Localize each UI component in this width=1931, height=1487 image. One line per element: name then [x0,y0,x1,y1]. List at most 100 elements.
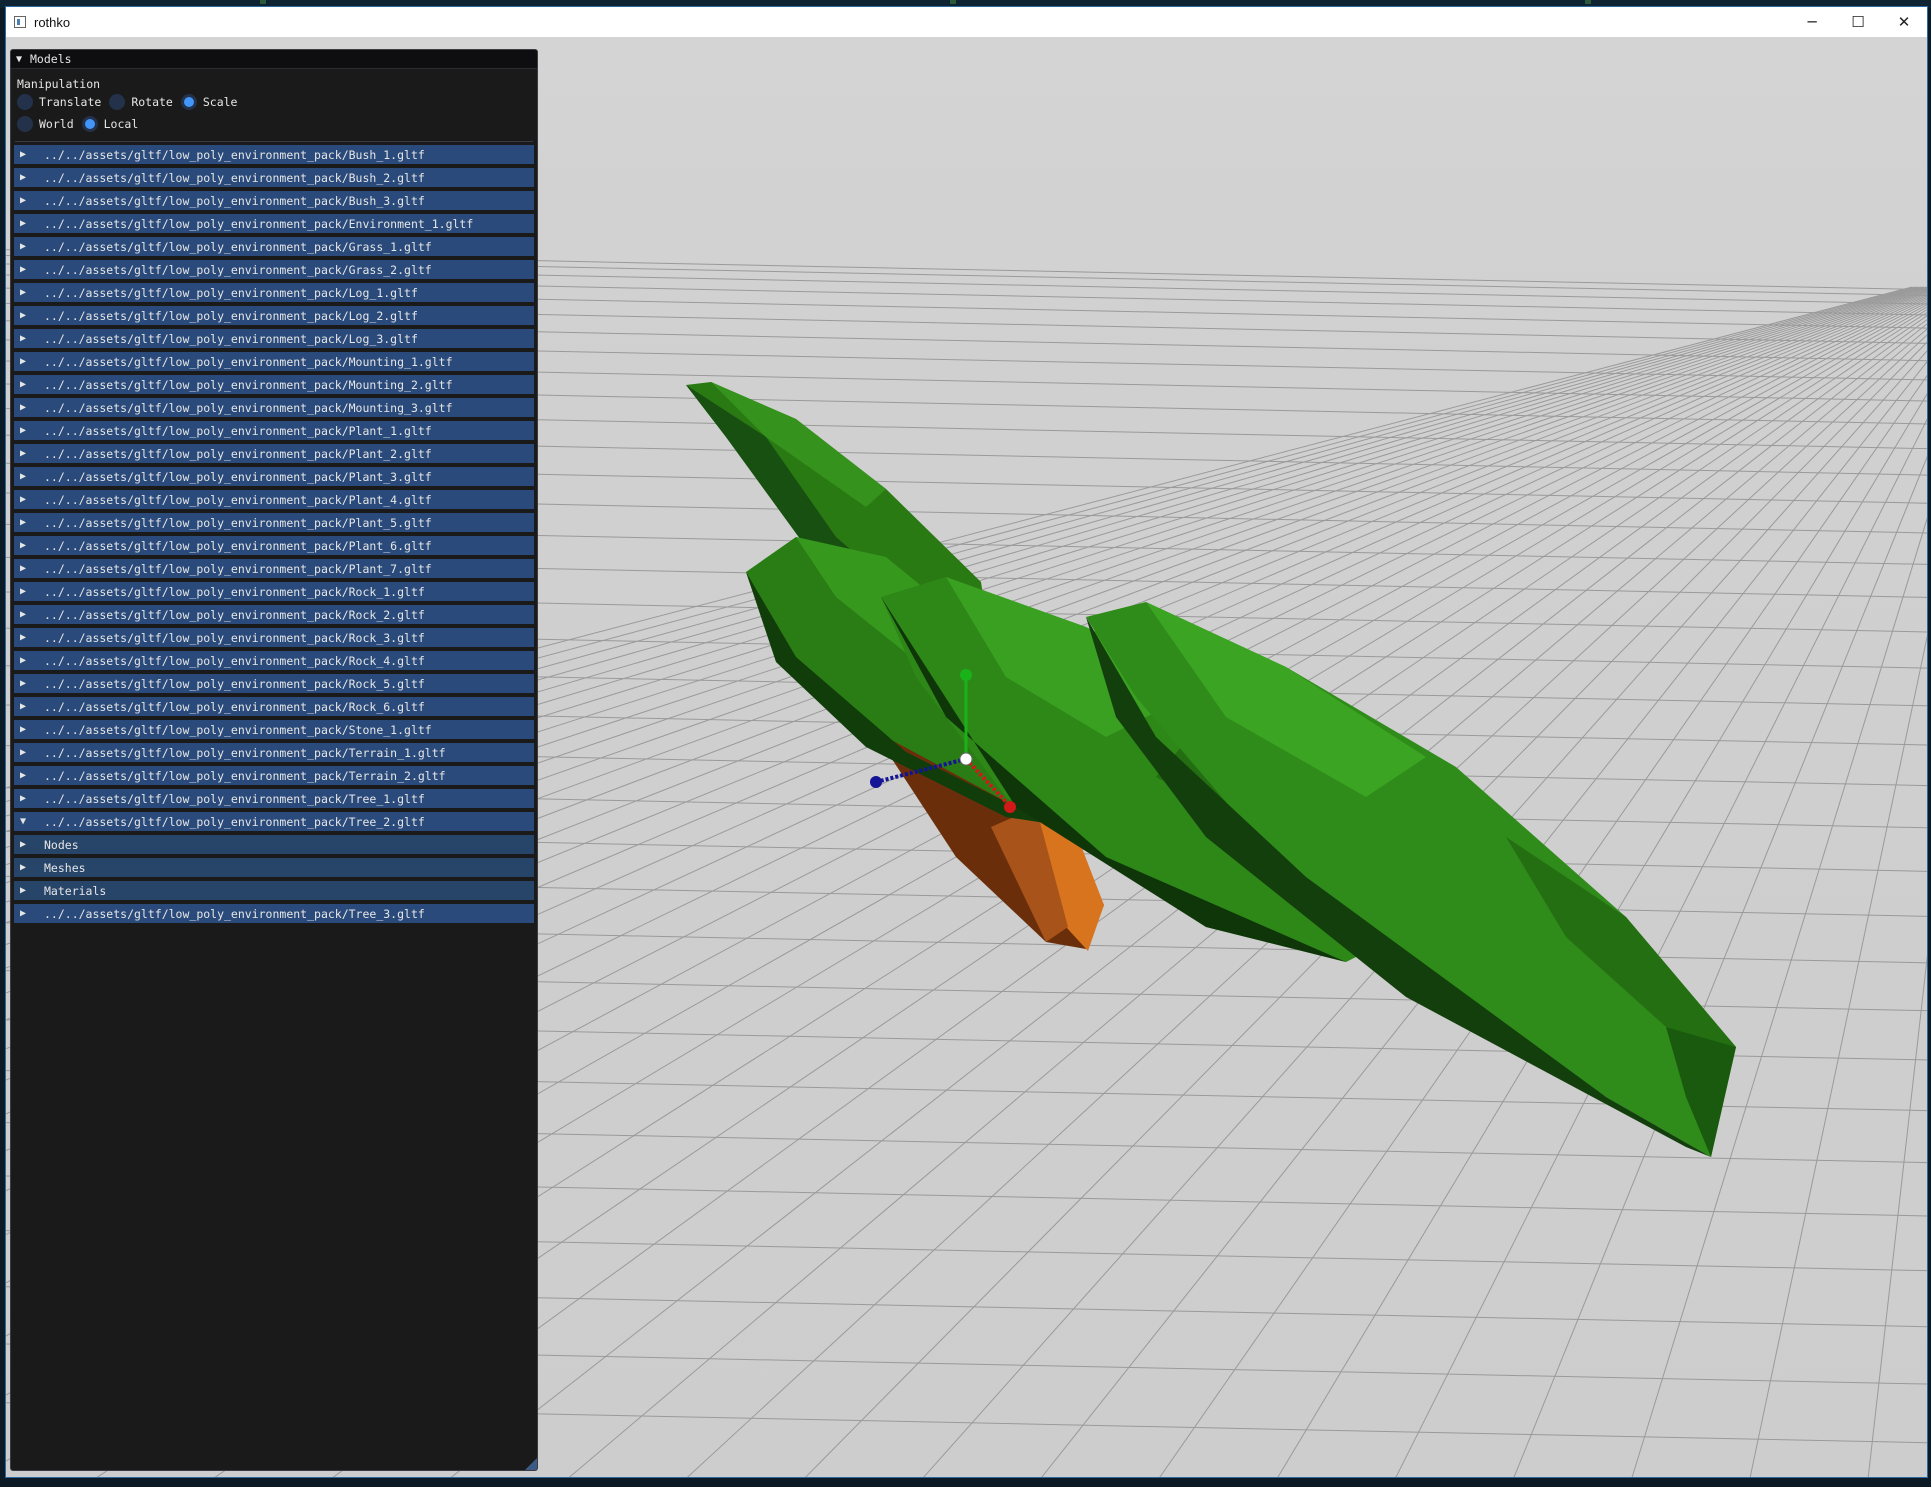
collapsed-arrow-icon[interactable]: ▶ [20,678,30,689]
collapsed-arrow-icon[interactable]: ▶ [20,770,30,781]
radio-indicator-icon[interactable] [81,116,98,132]
collapsed-arrow-icon[interactable]: ▶ [20,655,30,666]
collapsed-arrow-icon[interactable]: ▶ [20,333,30,344]
model-item[interactable]: ▶ ../../assets/gltf/low_poly_environment_… [14,513,534,532]
model-item[interactable]: ▶ ../../assets/gltf/low_poly_environment_… [14,789,534,808]
collapsed-arrow-icon[interactable]: ▶ [20,609,30,620]
gizmo-center[interactable] [959,752,973,766]
model-item[interactable]: ▶ ../../assets/gltf/low_poly_environment_… [14,421,534,440]
gizmo-z-handle[interactable] [870,776,882,788]
window-title: rothko [34,14,71,30]
maximize-button[interactable]: ☐ [1835,7,1881,37]
collapsed-arrow-icon[interactable]: ▶ [20,862,30,873]
title-bar[interactable]: rothko ─ ☐ ✕ [6,7,1927,37]
model-item[interactable]: ▶ ../../assets/gltf/low_poly_environment_… [14,605,534,624]
model-item[interactable]: ▶ ../../assets/gltf/low_poly_environment_… [14,743,534,762]
model-item[interactable]: ▼ ../../assets/gltf/low_poly_environment_… [14,812,534,831]
collapsed-arrow-icon[interactable]: ▶ [20,195,30,206]
model-item[interactable]: ▶ ../../assets/gltf/low_poly_environment_… [14,283,534,302]
models-panel[interactable]: ▼ Models Manipulation Translate Rotate Sca… [10,49,538,1471]
expanded-arrow-icon[interactable]: ▼ [20,816,30,827]
tree-item-label: ../../assets/gltf/low_poly_environment_p… [44,791,425,806]
gizmo-x-handle[interactable] [1004,801,1016,813]
collapsed-arrow-icon[interactable]: ▶ [20,632,30,643]
model-item[interactable]: ▶ ../../assets/gltf/low_poly_environment_… [14,697,534,716]
collapsed-arrow-icon[interactable]: ▶ [20,494,30,505]
collapsed-arrow-icon[interactable]: ▶ [20,517,30,528]
model-item[interactable]: ▶ ../../assets/gltf/low_poly_environment_… [14,191,534,210]
resize-grip-icon[interactable] [525,1458,537,1470]
collapsed-arrow-icon[interactable]: ▶ [20,172,30,183]
model-item[interactable]: ▶ ../../assets/gltf/low_poly_environment_… [14,444,534,463]
tree-item-label: ../../assets/gltf/low_poly_environment_p… [44,745,446,760]
collapsed-arrow-icon[interactable]: ▶ [20,310,30,321]
radio-translate[interactable]: Translate [17,94,101,110]
radio-indicator-icon[interactable] [17,116,33,132]
model-item[interactable]: ▶ ../../assets/gltf/low_poly_environment_… [14,168,534,187]
radio-indicator-icon[interactable] [17,94,33,110]
tree-item-label: ../../assets/gltf/low_poly_environment_p… [44,400,453,415]
collapsed-arrow-icon[interactable]: ▶ [20,724,30,735]
model-child-meshes[interactable]: ▶ Meshes [14,858,534,877]
radio-scale[interactable]: Scale [180,94,237,110]
model-item[interactable]: ▶ ../../assets/gltf/low_poly_environment_… [14,536,534,555]
collapsed-arrow-icon[interactable]: ▶ [20,356,30,367]
radio-indicator-icon[interactable] [180,94,197,110]
collapsed-arrow-icon[interactable]: ▶ [20,908,30,919]
collapsed-arrow-icon[interactable]: ▶ [20,402,30,413]
model-child-materials[interactable]: ▶ Materials [14,881,534,900]
model-item[interactable]: ▶ ../../assets/gltf/low_poly_environment_… [14,306,534,325]
collapsed-arrow-icon[interactable]: ▶ [20,701,30,712]
collapsed-arrow-icon[interactable]: ▶ [20,885,30,896]
collapsed-arrow-icon[interactable]: ▶ [20,149,30,160]
gizmo-y-handle[interactable] [960,669,972,681]
operation-radio-group: Translate Rotate Scale [17,91,537,113]
model-item[interactable]: ▶ ../../assets/gltf/low_poly_environment_… [14,352,534,371]
collapsed-arrow-icon[interactable]: ▶ [20,425,30,436]
model-item[interactable]: ▶ ../../assets/gltf/low_poly_environment_… [14,559,534,578]
panel-header[interactable]: ▼ Models [11,50,537,69]
radio-local[interactable]: Local [81,116,138,132]
collapsed-arrow-icon[interactable]: ▶ [20,563,30,574]
model-item[interactable]: ▶ ../../assets/gltf/low_poly_environment_… [14,237,534,256]
model-item[interactable]: ▶ ../../assets/gltf/low_poly_environment_… [14,582,534,601]
model-item[interactable]: ▶ ../../assets/gltf/low_poly_environment_… [14,214,534,233]
collapsed-arrow-icon[interactable]: ▶ [20,379,30,390]
model-item[interactable]: ▶ ../../assets/gltf/low_poly_environment_… [14,329,534,348]
model-item[interactable]: ▶ ../../assets/gltf/low_poly_environment_… [14,720,534,739]
collapsed-arrow-icon[interactable]: ▶ [20,747,30,758]
radio-rotate[interactable]: Rotate [109,94,173,110]
model-child-nodes[interactable]: ▶ Nodes [14,835,534,854]
collapsed-arrow-icon[interactable]: ▶ [20,287,30,298]
radio-world[interactable]: World [17,116,74,132]
collapsed-arrow-icon[interactable]: ▶ [20,586,30,597]
collapsed-arrow-icon[interactable]: ▶ [20,264,30,275]
collapsed-arrow-icon[interactable]: ▶ [20,471,30,482]
model-item[interactable]: ▶ ../../assets/gltf/low_poly_environment_… [14,651,534,670]
model-item[interactable]: ▶ ../../assets/gltf/low_poly_environment_… [14,145,534,164]
collapse-triangle-icon[interactable]: ▼ [16,54,26,65]
model-item[interactable]: ▶ ../../assets/gltf/low_poly_environment_… [14,490,534,509]
collapsed-arrow-icon[interactable]: ▶ [20,540,30,551]
collapsed-arrow-icon[interactable]: ▶ [20,241,30,252]
model-item[interactable]: ▶ ../../assets/gltf/low_poly_environment_… [14,674,534,693]
model-item[interactable]: ▶ ../../assets/gltf/low_poly_environment_… [14,467,534,486]
collapsed-arrow-icon[interactable]: ▶ [20,448,30,459]
collapsed-arrow-icon[interactable]: ▶ [20,839,30,850]
model-item[interactable]: ▶ ../../assets/gltf/low_poly_environment_… [14,398,534,417]
collapsed-arrow-icon[interactable]: ▶ [20,793,30,804]
tree-item-label: ../../assets/gltf/low_poly_environment_p… [44,722,432,737]
close-button[interactable]: ✕ [1881,7,1927,37]
3d-viewport[interactable]: ▼ Models Manipulation Translate Rotate Sca… [6,37,1927,1477]
model-item[interactable]: ▶ ../../assets/gltf/low_poly_environment_… [14,628,534,647]
radio-label: Rotate [131,95,173,109]
model-item[interactable]: ▶ ../../assets/gltf/low_poly_environment_… [14,260,534,279]
model-item[interactable]: ▶ ../../assets/gltf/low_poly_environment_… [14,375,534,394]
model-item[interactable]: ▶ ../../assets/gltf/low_poly_environment_… [14,766,534,785]
model-tree: ▶ ../../assets/gltf/low_poly_environment_… [14,145,534,923]
minimize-button[interactable]: ─ [1789,7,1835,37]
model-item[interactable]: ▶ ../../assets/gltf/low_poly_environment_… [14,904,534,923]
space-radio-group: World Local [17,113,537,135]
collapsed-arrow-icon[interactable]: ▶ [20,218,30,229]
radio-indicator-icon[interactable] [109,94,126,110]
